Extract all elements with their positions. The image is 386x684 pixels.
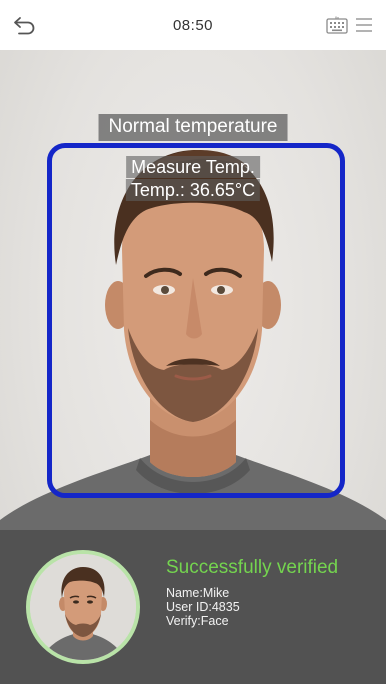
back-arrow-icon <box>14 17 35 35</box>
temperature-status-label: Normal temperature <box>98 114 288 141</box>
clock-time: 08:50 <box>172 16 214 34</box>
user-face-thumbnail <box>30 554 136 660</box>
temperature-reading: Temp.: 36.65°C <box>125 179 261 201</box>
menu-icon <box>356 18 372 32</box>
user-name-text: Name:Mike <box>166 586 230 600</box>
keyboard-icon <box>326 16 348 34</box>
keyboard-button[interactable] <box>326 16 348 34</box>
user-id-text: User ID:4835 <box>166 600 240 614</box>
back-button[interactable] <box>12 14 38 36</box>
verification-status-text: Successfully verified <box>166 557 339 578</box>
measure-temp-label: Measure Temp. <box>126 156 260 178</box>
user-avatar <box>26 550 140 664</box>
verification-result-panel: Successfully verified Name:Mike User ID:… <box>0 530 386 684</box>
face-verification-screen: 08:50 Normal temperature Measure Temp. T… <box>0 0 386 684</box>
top-bar: 08:50 <box>0 0 386 50</box>
camera-preview: Normal temperature Measure Temp. Temp.: … <box>0 50 386 684</box>
menu-button[interactable] <box>354 15 374 35</box>
verify-mode-text: Verify:Face <box>166 614 229 628</box>
